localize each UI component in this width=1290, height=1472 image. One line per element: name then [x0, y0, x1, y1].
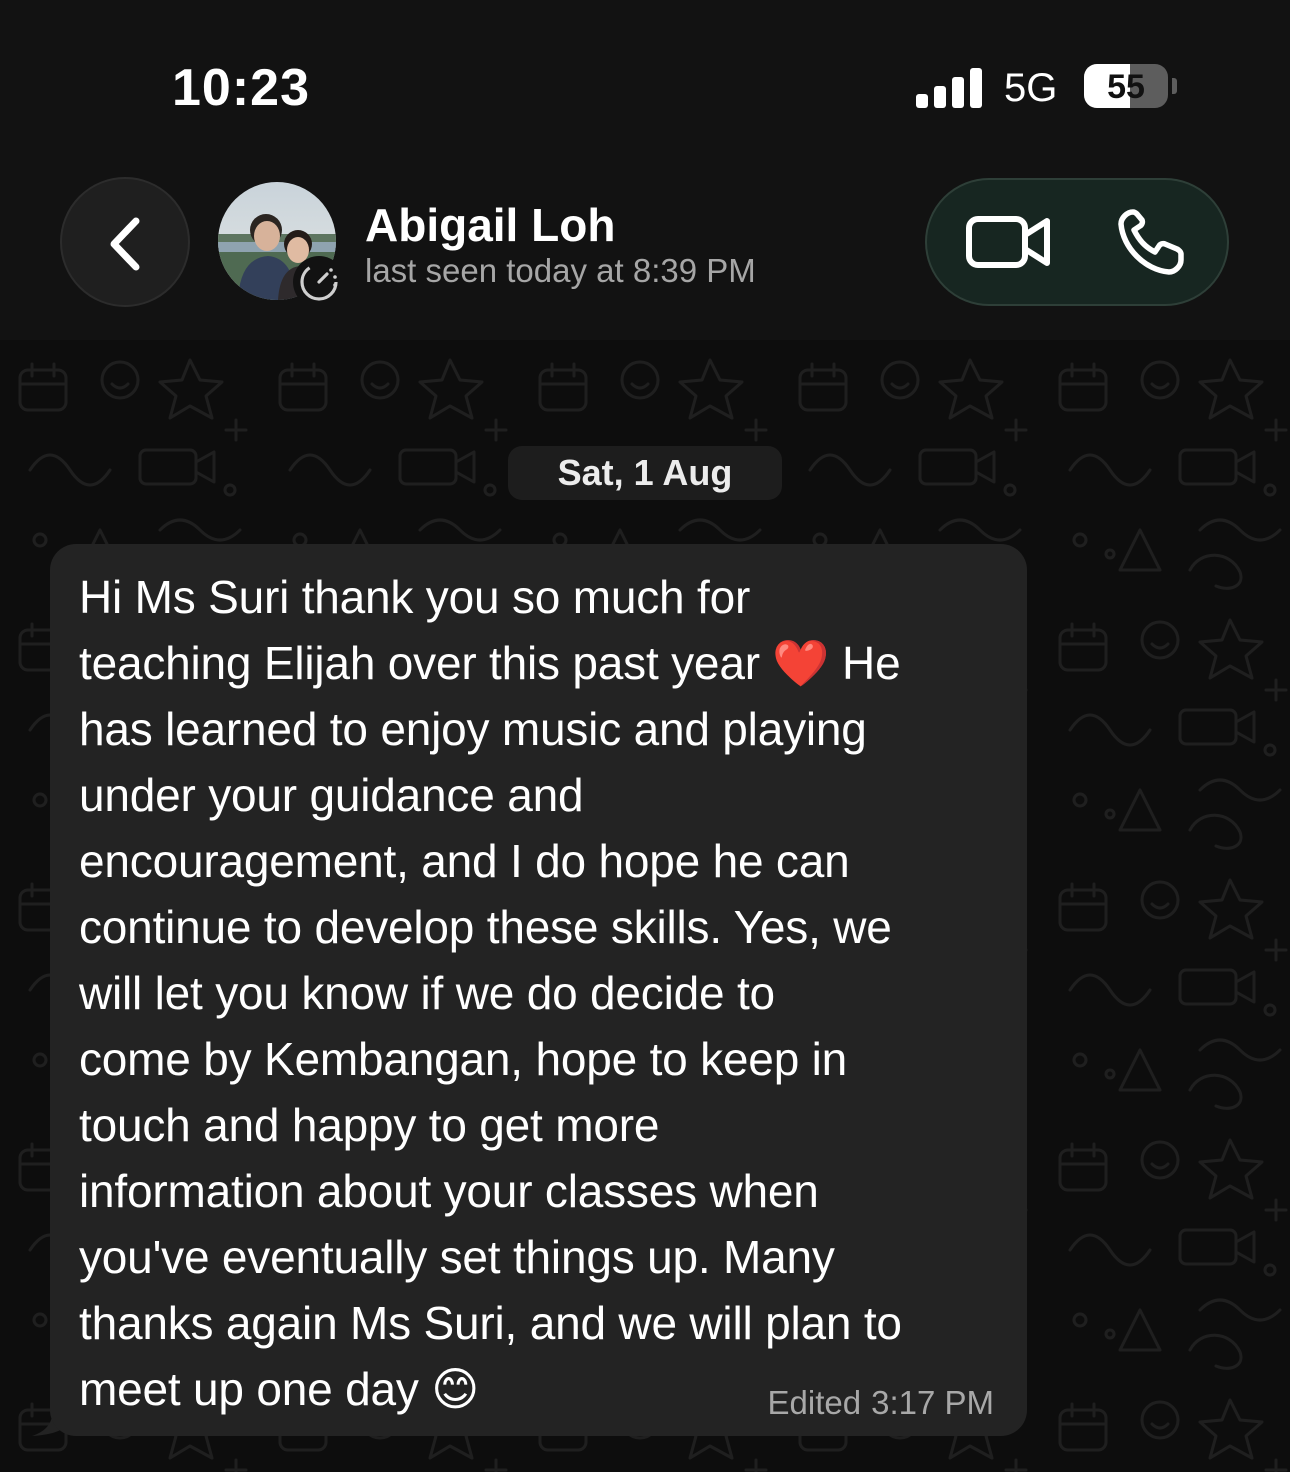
message-text: Hi Ms Suri thank you so much for teachin… [79, 571, 902, 1415]
battery-level: 55 [1107, 68, 1145, 106]
status-time: 10:23 [172, 59, 310, 117]
cellular-signal-icon [916, 68, 982, 108]
status-bar: 10:23 5G 55 [0, 0, 1290, 150]
message-time: 3:17 PM [871, 1384, 994, 1421]
phone-icon [1118, 209, 1184, 275]
call-actions [925, 178, 1229, 306]
video-call-button[interactable] [957, 202, 1057, 282]
edited-label: Edited [767, 1384, 862, 1421]
chat-header: Abigail Loh last seen today at 8:39 PM [0, 150, 1290, 340]
disappearing-timer-icon [293, 256, 345, 308]
chat-area[interactable]: Sat, 1 Aug Hi Ms Suri thank you so much … [0, 340, 1290, 1472]
voice-call-button[interactable] [1107, 202, 1197, 282]
battery-tip [1172, 78, 1177, 94]
contact-name[interactable]: Abigail Loh [365, 198, 615, 252]
message-bubble[interactable]: Hi Ms Suri thank you so much for teachin… [50, 544, 1027, 1436]
chevron-left-icon [110, 217, 140, 271]
video-camera-icon [966, 216, 1050, 268]
battery-icon: 55 [1084, 64, 1170, 110]
contact-last-seen: last seen today at 8:39 PM [365, 252, 756, 289]
network-type: 5G [1004, 66, 1058, 110]
back-button[interactable] [60, 177, 190, 307]
message-meta: Edited 3:17 PM [758, 1384, 994, 1422]
date-separator: Sat, 1 Aug [508, 446, 782, 500]
